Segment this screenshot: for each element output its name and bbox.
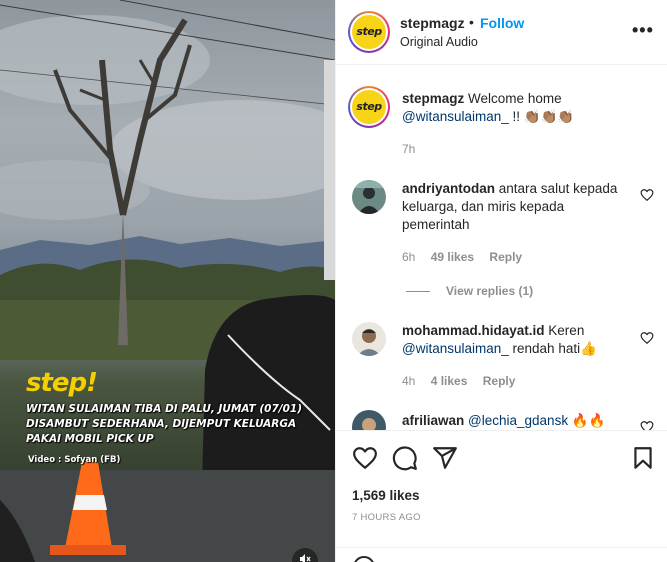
comment-text: afriliawan @lechia_gdansk 🔥🔥 bbox=[402, 412, 632, 430]
likes-count[interactable]: 1,569 likes bbox=[352, 488, 420, 503]
replies-divider bbox=[406, 291, 430, 293]
comment-meta: 4h 4 likes Reply bbox=[402, 374, 527, 388]
caption-text-before: Welcome home bbox=[468, 91, 562, 106]
comment-content-after: 🔥🔥 bbox=[571, 413, 606, 428]
reply-button[interactable]: Reply bbox=[483, 374, 516, 388]
reply-button[interactable]: Reply bbox=[489, 250, 522, 264]
bookmark-icon[interactable] bbox=[630, 445, 656, 471]
avatar-image bbox=[352, 180, 386, 214]
comment-icon[interactable] bbox=[392, 445, 418, 471]
overlay-credit: Video : Sofyan (FB) bbox=[28, 455, 121, 465]
comment-username[interactable]: mohammad.hidayat.id bbox=[402, 323, 545, 338]
comment-like-icon[interactable] bbox=[640, 331, 654, 345]
divider bbox=[336, 547, 667, 548]
comment-time[interactable]: 4h bbox=[402, 374, 415, 388]
author-username[interactable]: stepmagz bbox=[400, 15, 465, 31]
author-avatar[interactable]: step bbox=[348, 11, 390, 53]
comment-content-before: Keren bbox=[548, 323, 585, 338]
video-scene bbox=[0, 0, 335, 562]
caption-text-after: !! 👏🏽👏🏽👏🏽 bbox=[512, 109, 575, 124]
more-options-icon[interactable]: ••• bbox=[632, 20, 654, 41]
comment-text: andriyantodan antara salut kepada keluar… bbox=[402, 180, 632, 234]
view-replies-button[interactable]: View replies (1) bbox=[406, 284, 533, 298]
comment-mention[interactable]: @witansulaiman_ bbox=[402, 341, 509, 356]
comment-time[interactable]: 6h bbox=[402, 250, 415, 264]
header-separator: • bbox=[469, 14, 474, 30]
commenter-avatar[interactable] bbox=[352, 180, 386, 214]
overlay-brand-logo: step! bbox=[26, 368, 98, 398]
caption-avatar[interactable]: step bbox=[348, 86, 390, 128]
post-video[interactable]: step! WITAN SULAIMAN TIBA DI PALU, JUMAT… bbox=[0, 0, 335, 562]
comments-list[interactable]: step stepmagz Welcome home @witansulaima… bbox=[336, 66, 667, 430]
comment-username[interactable]: andriyantodan bbox=[402, 181, 495, 196]
comment-content-after: rendah hati👍 bbox=[512, 341, 597, 356]
post-timestamp[interactable]: 7 HOURS AGO bbox=[352, 512, 421, 523]
commenter-avatar[interactable] bbox=[352, 410, 386, 430]
comment-meta: 6h 49 likes Reply bbox=[402, 250, 534, 264]
send-icon[interactable] bbox=[432, 445, 458, 471]
emoji-icon[interactable] bbox=[352, 555, 376, 562]
follow-button[interactable]: Follow bbox=[480, 15, 524, 31]
caption-time[interactable]: 7h bbox=[402, 142, 415, 156]
post-actions: 1,569 likes 7 HOURS AGO bbox=[336, 430, 667, 562]
heart-icon[interactable] bbox=[352, 445, 378, 471]
comment-like-icon[interactable] bbox=[640, 188, 654, 202]
overlay-caption: WITAN SULAIMAN TIBA DI PALU, JUMAT (07/0… bbox=[26, 403, 302, 445]
audio-label[interactable]: Original Audio bbox=[400, 35, 478, 49]
post-header: step stepmagz • Follow Original Audio ••… bbox=[336, 0, 667, 65]
caption-mention[interactable]: @witansulaiman_ bbox=[402, 109, 509, 124]
avatar-image bbox=[352, 322, 386, 356]
comment-username[interactable]: afriliawan bbox=[402, 413, 464, 428]
caption-text: stepmagz Welcome home @witansulaiman_ !!… bbox=[402, 90, 632, 126]
commenter-avatar[interactable] bbox=[352, 322, 386, 356]
caption-meta: 7h bbox=[402, 142, 427, 156]
avatar-image bbox=[352, 410, 386, 430]
comment-text: mohammad.hidayat.id Keren @witansulaiman… bbox=[402, 322, 632, 358]
comment-likes[interactable]: 4 likes bbox=[431, 374, 468, 388]
post-details-panel: step stepmagz • Follow Original Audio ••… bbox=[335, 0, 667, 562]
comment-like-icon[interactable] bbox=[640, 420, 654, 430]
comment-mention[interactable]: @lechia_gdansk bbox=[468, 413, 568, 428]
comment-likes[interactable]: 49 likes bbox=[431, 250, 474, 264]
speaker-muted-icon bbox=[300, 554, 311, 562]
caption-username[interactable]: stepmagz bbox=[402, 91, 464, 106]
